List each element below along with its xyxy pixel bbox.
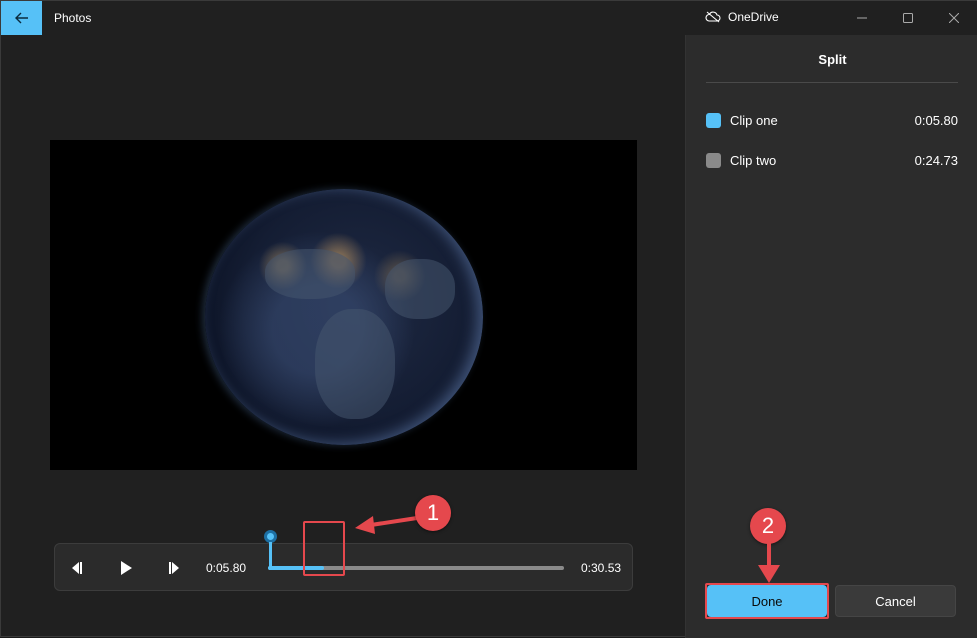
close-icon <box>949 13 959 23</box>
annotation-arrow-1 <box>355 516 418 534</box>
step-forward-icon <box>169 562 179 574</box>
annotation-box-done <box>705 583 829 619</box>
split-marker-handle[interactable] <box>264 526 277 570</box>
annotation-step-2: 2 <box>750 508 786 544</box>
maximize-icon <box>903 13 913 23</box>
clip-one-color-swatch <box>706 113 721 128</box>
panel-divider <box>706 82 958 83</box>
step-back-icon <box>72 562 82 574</box>
total-time: 0:30.53 <box>581 561 622 575</box>
close-button[interactable] <box>931 1 977 35</box>
photos-window: Photos OneDrive 0:05.80 0:30.53 1 Split … <box>0 0 977 638</box>
clip-row-two[interactable]: Clip two 0:24.73 <box>706 151 964 171</box>
video-preview <box>50 140 637 470</box>
annotation-arrow-2 <box>758 541 780 583</box>
clip-row-one[interactable]: Clip one 0:05.80 <box>706 111 964 131</box>
play-button[interactable] <box>114 556 138 580</box>
back-button[interactable] <box>1 1 42 35</box>
clip-two-duration: 0:24.73 <box>914 153 958 168</box>
cancel-button[interactable]: Cancel <box>835 585 956 617</box>
current-time: 0:05.80 <box>206 561 247 575</box>
earth-image <box>205 189 483 445</box>
onedrive-status[interactable]: OneDrive <box>705 10 779 24</box>
play-icon <box>121 561 132 575</box>
clip-two-color-swatch <box>706 153 721 168</box>
annotation-box-split-marker <box>303 521 345 576</box>
minimize-button[interactable] <box>839 1 885 35</box>
clip-one-duration: 0:05.80 <box>914 113 958 128</box>
title-bar: Photos OneDrive <box>1 1 977 35</box>
panel-title: Split <box>818 52 847 67</box>
onedrive-label: OneDrive <box>728 10 779 24</box>
next-frame-button[interactable] <box>162 556 186 580</box>
maximize-button[interactable] <box>885 1 931 35</box>
minimize-icon <box>857 17 867 19</box>
previous-frame-button[interactable] <box>65 556 89 580</box>
app-title: Photos <box>54 11 92 25</box>
split-marker-stem <box>269 542 272 570</box>
clip-two-name: Clip two <box>730 153 777 168</box>
back-arrow-icon <box>14 12 28 24</box>
split-panel: Split Clip one 0:05.80 Clip two 0:24.73 <box>685 35 977 638</box>
cloud-off-icon <box>705 11 721 23</box>
annotation-step-1: 1 <box>415 495 451 531</box>
clip-one-name: Clip one <box>730 113 778 128</box>
